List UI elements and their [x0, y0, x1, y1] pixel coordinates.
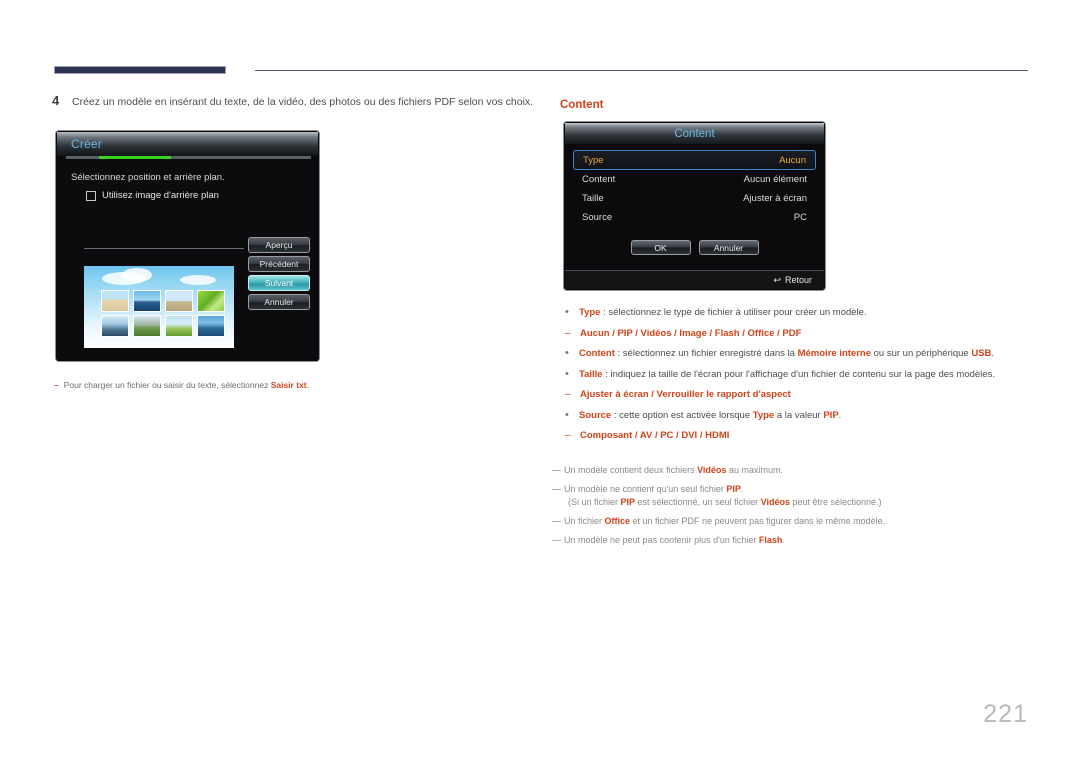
thumbnail-item	[197, 290, 225, 312]
content-dialog-titlebar: Content	[565, 123, 824, 144]
cloud-shape	[180, 275, 216, 285]
row-content-label: Content	[582, 174, 616, 185]
row-source-label: Source	[582, 212, 613, 223]
row-type-value: Aucun	[779, 154, 806, 166]
bullet-marker: •	[565, 408, 569, 421]
sub-bullet-marker: –	[565, 389, 571, 400]
annuler-button[interactable]: Annuler	[248, 294, 310, 310]
notes-list: ― Un modèle contient deux fichiers Vidéo…	[552, 464, 1022, 553]
creer-dialog-title: Créer	[71, 137, 103, 151]
checkbox-icon[interactable]	[86, 190, 96, 201]
note-text: Un modèle contient deux fichiers Vidéos …	[564, 465, 783, 475]
header-accent-bar	[54, 66, 226, 74]
bullet-marker: •	[565, 347, 569, 359]
thumbnail-item	[133, 315, 161, 337]
row-content-value: Aucun élément	[743, 174, 807, 185]
row-type-label: Type	[583, 154, 604, 166]
step-number: 4	[52, 93, 60, 108]
ok-button[interactable]: OK	[630, 240, 691, 255]
note-office-pdf: ― Un fichier Office et un fichier PDF ne…	[552, 515, 1022, 528]
background-image-checkbox-label: Utilisez image d'arrière plan	[102, 190, 219, 201]
thumbnail-grid	[101, 290, 225, 337]
row-source[interactable]: Source PC	[573, 208, 816, 227]
note-marker: ―	[552, 484, 561, 494]
row-taille[interactable]: Taille Ajuster à écran	[573, 189, 816, 208]
return-arrow-icon: ↩	[773, 274, 781, 285]
note-marker: ―	[552, 535, 561, 545]
thumbnail-item	[133, 290, 161, 312]
content-section-heading: Content	[560, 99, 604, 111]
bullet-source-options: Composant / AV / PC / DVI / HDMI	[580, 430, 730, 441]
row-content[interactable]: Content Aucun élément	[573, 170, 816, 189]
creer-button-stack: Aperçu Précédent Suivant Annuler	[248, 237, 310, 310]
bullet-marker: •	[565, 306, 569, 318]
bullet-source: • Source : cette option est activée lors…	[565, 409, 1025, 443]
sub-bullet-marker: –	[565, 430, 571, 441]
background-image-checkbox-row[interactable]: Utilisez image d'arrière plan	[86, 190, 219, 201]
suivant-button[interactable]: Suivant	[248, 275, 310, 291]
bullet-source-text: Source : cette option est activée lorsqu…	[579, 409, 842, 421]
bullet-content: • Content : sélectionnez un fichier enre…	[565, 347, 1025, 361]
note-text: Un modèle ne contient qu'un seul fichier…	[564, 484, 882, 507]
note-text: Un modèle ne peut pas contenir plus d'un…	[564, 535, 785, 545]
note-videos-max: ― Un modèle contient deux fichiers Vidéo…	[552, 464, 1022, 477]
thumbnail-item	[101, 315, 129, 337]
bullet-marker: •	[565, 367, 569, 380]
sub-bullet-marker: –	[565, 327, 571, 339]
thumbnail-item	[101, 290, 129, 312]
bullet-taille: • Taille : indiquez la taille de l'écran…	[565, 368, 1025, 402]
step-instruction-row: 4 Créez un modèle en insérant du texte, …	[52, 93, 552, 109]
row-taille-value: Ajuster à écran	[743, 193, 807, 204]
bullet-type-text: Type : sélectionnez le type de fichier à…	[579, 307, 867, 318]
precedent-button[interactable]: Précédent	[248, 256, 310, 272]
content-dialog: Content Type Aucun Content Aucun élément…	[563, 121, 826, 291]
note-pip-single: ― Un modèle ne contient qu'un seul fichi…	[552, 483, 1022, 509]
note-marker: ―	[552, 465, 561, 475]
note-dash-marker: –	[54, 380, 59, 390]
creer-divider	[84, 248, 244, 249]
apercu-button[interactable]: Aperçu	[248, 237, 310, 253]
row-source-value: PC	[793, 212, 807, 223]
creer-dialog-body: Sélectionnez position et arrière plan. U…	[56, 160, 319, 361]
content-dialog-actions: OK Annuler	[564, 240, 825, 255]
content-dialog-footer: ↩ Retour	[565, 270, 824, 289]
bullet-type: • Type : sélectionnez le type de fichier…	[565, 306, 1025, 340]
left-note: – Pour charger un fichier ou saisir du t…	[54, 380, 309, 390]
template-preview	[84, 266, 234, 348]
left-note-text: Pour charger un fichier ou saisir du tex…	[63, 380, 309, 390]
step-text: Créez un modèle en insérant du texte, de…	[72, 96, 534, 108]
note-marker: ―	[552, 516, 561, 526]
return-label[interactable]: Retour	[785, 275, 812, 285]
thumbnail-item	[197, 315, 225, 337]
note-text: Un fichier Office et un fichier PDF ne p…	[564, 516, 886, 526]
bullet-taille-options: Ajuster à écran / Verrouiller le rapport…	[580, 389, 791, 400]
bullet-type-options: Aucun / PIP / Vidéos / Image / Flash / O…	[580, 327, 802, 339]
cloud-shape	[122, 268, 152, 282]
bullet-taille-text: Taille : indiquez la taille de l'écran p…	[579, 368, 995, 380]
thumbnail-item	[165, 315, 193, 337]
content-dialog-title: Content	[674, 127, 715, 140]
creer-progress-fill	[99, 156, 171, 159]
thumbnail-item	[165, 290, 193, 312]
note-flash-single: ― Un modèle ne peut pas contenir plus d'…	[552, 534, 1022, 547]
header-rule-line	[255, 70, 1028, 71]
bullet-content-text: Content : sélectionnez un fichier enregi…	[579, 348, 995, 359]
row-taille-label: Taille	[582, 193, 604, 204]
page-number: 221	[983, 700, 1028, 728]
cancel-button[interactable]: Annuler	[698, 240, 759, 255]
creer-dialog: Créer Sélectionnez position et arrière p…	[55, 130, 320, 362]
creer-instruction: Sélectionnez position et arrière plan.	[71, 172, 225, 183]
creer-dialog-titlebar: Créer	[57, 132, 318, 156]
row-type[interactable]: Type Aucun	[573, 150, 816, 170]
options-bullet-list: • Type : sélectionnez le type de fichier…	[565, 306, 1025, 443]
content-settings-list: Type Aucun Content Aucun élément Taille …	[573, 150, 816, 227]
